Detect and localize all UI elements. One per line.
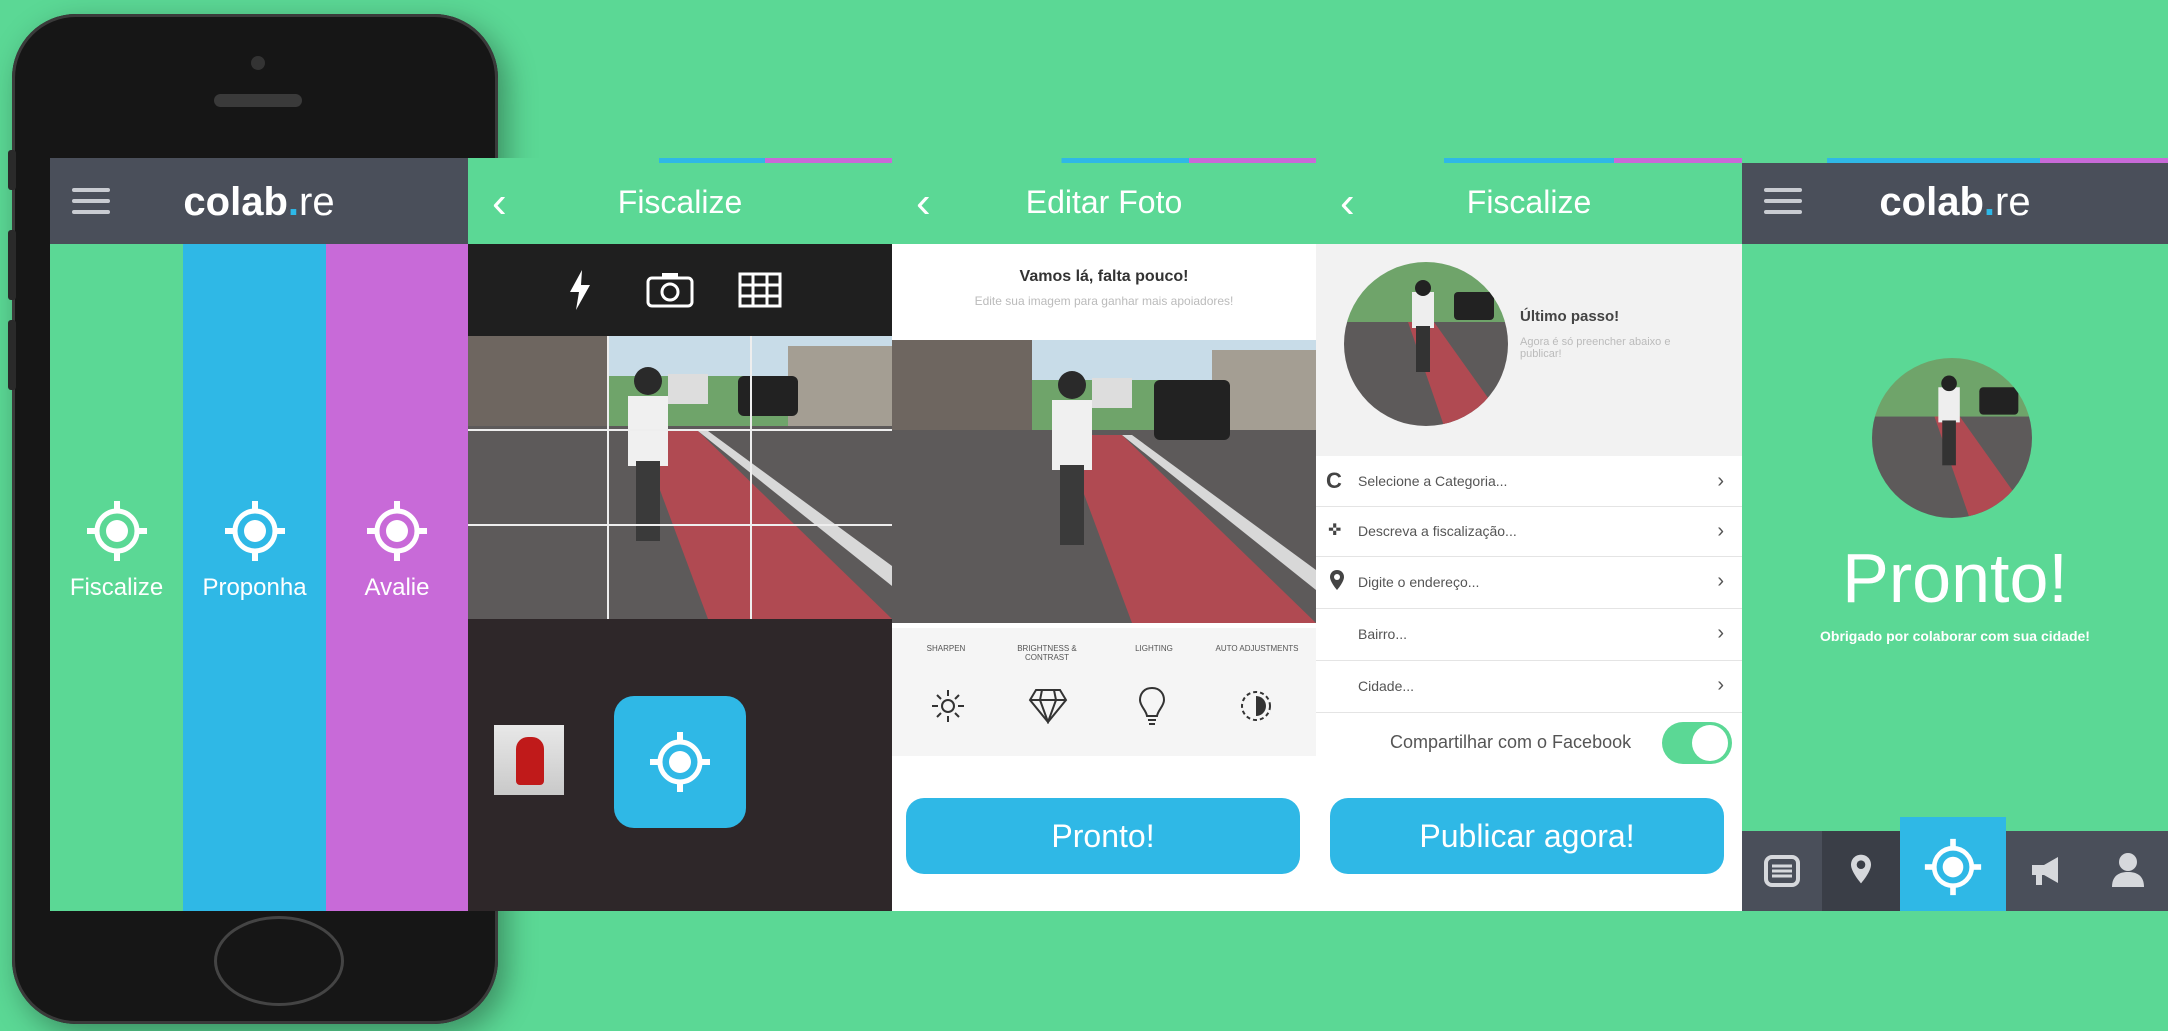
- navbar: ‹ Fiscalize: [1316, 158, 1742, 244]
- chevron-right-icon: ›: [1717, 470, 1724, 492]
- screen-title: Editar Foto: [1025, 184, 1183, 220]
- app-logo: colab.re: [1879, 180, 2031, 224]
- edit-subheading: Edite sua imagem para ganhar mais apoiad…: [974, 294, 1234, 308]
- sun-icon[interactable]: [930, 688, 966, 724]
- capture-button[interactable]: [614, 696, 746, 828]
- screen-home: colab.re Fiscalize Proponha Avalie: [50, 158, 468, 911]
- screen-publish: ‹ Fiscalize Último passo! Agora é só pre…: [1316, 158, 1742, 911]
- column-label: Proponha: [202, 574, 307, 601]
- chevron-right-icon: ›: [1717, 520, 1724, 542]
- success-title: Pronto!: [1842, 539, 2068, 617]
- tool-label: SHARPEN: [926, 644, 966, 653]
- camera-controls: [468, 619, 892, 911]
- phone-side-button: [8, 320, 16, 390]
- auto-adjust-icon[interactable]: [1238, 688, 1274, 724]
- top-stripe: [1742, 158, 2168, 163]
- crosshair-icon: [367, 501, 427, 561]
- tool-label: LIGHTING: [1135, 644, 1173, 653]
- pin-icon: [1330, 570, 1344, 590]
- screen-camera: ‹ Fiscalize: [468, 158, 892, 911]
- crosshair-icon: [224, 501, 285, 561]
- screen-title: Fiscalize: [617, 184, 743, 220]
- top-stripe: [892, 158, 1316, 163]
- chevron-right-icon: ›: [1717, 674, 1724, 696]
- photo-preview: [892, 340, 1316, 623]
- edit-tools: SHARPEN BRIGHTNESS & CONTRAST LIGHTING A…: [892, 628, 1316, 756]
- top-stripe: [468, 158, 892, 163]
- user-icon: [2112, 853, 2144, 887]
- flash-icon[interactable]: [568, 270, 592, 310]
- screen-edit-photo: ‹ Editar Foto Vamos lá, falta pouco! Edi…: [892, 158, 1316, 911]
- tab-propose[interactable]: [2006, 831, 2086, 911]
- category-icon: C: [1326, 468, 1342, 493]
- screen-title: Fiscalize: [1466, 184, 1592, 220]
- field-address[interactable]: Digite o endereço... ›: [1316, 556, 1742, 609]
- tab-report[interactable]: [1900, 817, 2006, 911]
- tab-bar: [1742, 817, 2168, 911]
- chevron-right-icon: ›: [1717, 622, 1724, 644]
- megaphone-icon: [2032, 857, 2058, 885]
- column-avalie[interactable]: Avalie: [326, 244, 468, 911]
- edit-heading: Vamos lá, falta pouco!: [1019, 268, 1189, 285]
- photo-thumbnail: [1344, 262, 1508, 426]
- navbar: ‹ Fiscalize: [468, 158, 892, 244]
- field-category[interactable]: C Selecione a Categoria... ›: [1316, 456, 1742, 507]
- tool-label: BRIGHTNESS & CONTRAST: [1017, 644, 1077, 662]
- facebook-toggle[interactable]: [1662, 722, 1732, 764]
- photo-summary: Último passo! Agora é só preencher abaix…: [1316, 244, 1742, 456]
- column-fiscalize[interactable]: Fiscalize: [50, 244, 183, 911]
- field-label: Descreva a fiscalização...: [1358, 523, 1517, 539]
- phone-camera: [251, 56, 265, 70]
- field-label: Cidade...: [1358, 678, 1415, 694]
- facebook-label: Compartilhar com o Facebook: [1390, 732, 1632, 752]
- navbar: ‹ Editar Foto: [892, 158, 1316, 244]
- grid-icon[interactable]: [738, 272, 782, 308]
- describe-icon: ✜: [1328, 522, 1342, 539]
- crosshair-icon: [650, 732, 710, 792]
- done-button[interactable]: Pronto!: [906, 798, 1300, 874]
- phone-home-button[interactable]: [214, 916, 344, 1006]
- last-step-text: Agora é só preencher abaixo e publicar!: [1520, 336, 1671, 360]
- pin-icon: [1851, 854, 1871, 884]
- tab-map[interactable]: [1822, 831, 1900, 911]
- camera-toolbar: [468, 244, 892, 336]
- photo-thumbnail: [1872, 358, 2032, 518]
- field-city[interactable]: Cidade... ›: [1316, 660, 1742, 713]
- navbar: colab.re: [50, 158, 468, 244]
- crosshair-icon: [1924, 838, 1982, 896]
- field-description[interactable]: ✜ Descreva a fiscalização... ›: [1316, 506, 1742, 557]
- bulb-icon[interactable]: [1138, 686, 1166, 726]
- gallery-thumbnail[interactable]: [494, 725, 564, 795]
- column-label: Fiscalize: [69, 574, 164, 601]
- tool-label: AUTO ADJUSTMENTS: [1215, 644, 1299, 653]
- phone-speaker: [214, 94, 302, 107]
- top-stripe: [1316, 158, 1742, 163]
- chevron-right-icon: ›: [1717, 570, 1724, 592]
- tab-feed[interactable]: [1742, 831, 1822, 911]
- phone-side-button: [8, 150, 16, 190]
- camera-preview: [468, 336, 892, 619]
- field-label: Selecione a Categoria...: [1358, 473, 1508, 489]
- screen-success: colab.re Pronto! Obrigado por colaborar …: [1742, 158, 2168, 911]
- list-icon: [1764, 855, 1800, 887]
- tab-profile[interactable]: [2086, 831, 2168, 911]
- success-subtitle: Obrigado por colaborar com sua cidade!: [1820, 628, 2090, 644]
- last-step-title: Último passo!: [1520, 308, 1620, 325]
- field-neighborhood[interactable]: Bairro... ›: [1316, 608, 1742, 661]
- app-logo: colab.re: [183, 180, 335, 224]
- navbar: colab.re: [1742, 158, 2168, 244]
- publish-button[interactable]: Publicar agora!: [1330, 798, 1724, 874]
- column-proponha[interactable]: Proponha: [183, 244, 326, 911]
- field-label: Bairro...: [1358, 626, 1408, 642]
- field-label: Digite o endereço...: [1358, 574, 1480, 590]
- phone-side-button: [8, 230, 16, 300]
- column-label: Avalie: [364, 574, 430, 601]
- facebook-share-row: Compartilhar com o Facebook: [1316, 712, 1742, 772]
- diamond-icon[interactable]: [1028, 688, 1068, 724]
- crosshair-icon: [86, 501, 147, 561]
- camera-switch-icon[interactable]: [646, 272, 694, 308]
